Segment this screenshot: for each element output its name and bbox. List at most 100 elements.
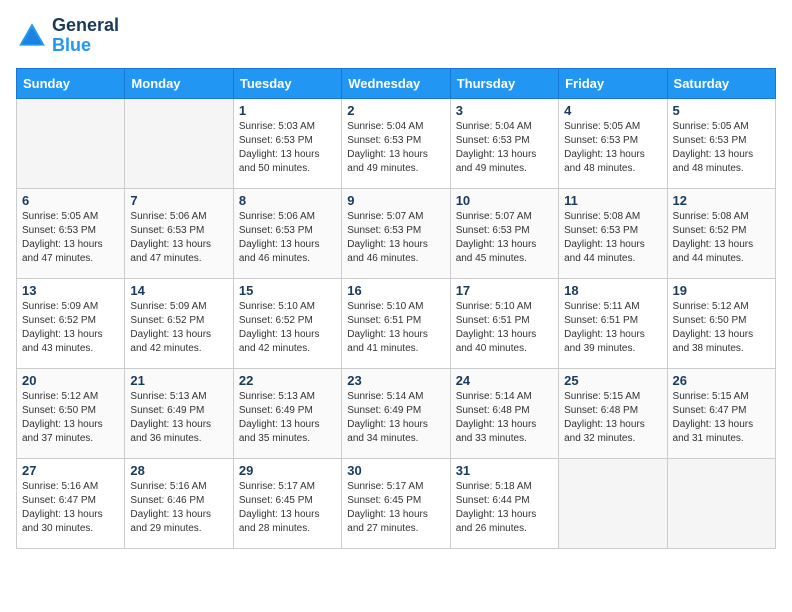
- day-info: Sunrise: 5:15 AM Sunset: 6:48 PM Dayligh…: [564, 390, 661, 446]
- calendar-cell: 31 Sunrise: 5:18 AM Sunset: 6:44 PM Dayli…: [450, 458, 558, 548]
- calendar-week-4: 20 Sunrise: 5:12 AM Sunset: 6:50 PM Dayli…: [17, 368, 776, 458]
- day-info: Sunrise: 5:09 AM Sunset: 6:52 PM Dayligh…: [130, 300, 227, 356]
- day-number: 18: [564, 283, 661, 298]
- calendar-cell: 17 Sunrise: 5:10 AM Sunset: 6:51 PM Dayli…: [450, 278, 558, 368]
- calendar-body: 1 Sunrise: 5:03 AM Sunset: 6:53 PM Daylig…: [17, 98, 776, 548]
- weekday-monday: Monday: [125, 68, 233, 98]
- page-header: General Blue: [16, 16, 776, 56]
- day-info: Sunrise: 5:13 AM Sunset: 6:49 PM Dayligh…: [239, 390, 336, 446]
- day-number: 23: [347, 373, 444, 388]
- day-number: 25: [564, 373, 661, 388]
- day-info: Sunrise: 5:18 AM Sunset: 6:44 PM Dayligh…: [456, 480, 553, 536]
- day-info: Sunrise: 5:17 AM Sunset: 6:45 PM Dayligh…: [239, 480, 336, 536]
- day-info: Sunrise: 5:12 AM Sunset: 6:50 PM Dayligh…: [673, 300, 770, 356]
- day-info: Sunrise: 5:03 AM Sunset: 6:53 PM Dayligh…: [239, 120, 336, 176]
- calendar-cell: 16Sunrise: 5:10 AM Sunset: 6:51 PM Dayli…: [342, 278, 450, 368]
- day-info: Sunrise: 5:14 AM Sunset: 6:49 PM Dayligh…: [347, 390, 444, 446]
- day-number: 5: [673, 103, 770, 118]
- day-number: 20: [22, 373, 119, 388]
- weekday-sunday: Sunday: [17, 68, 125, 98]
- calendar-cell: [559, 458, 667, 548]
- calendar-week-5: 27Sunrise: 5:16 AM Sunset: 6:47 PM Dayli…: [17, 458, 776, 548]
- logo-text: General Blue: [52, 16, 119, 56]
- day-info: Sunrise: 5:12 AM Sunset: 6:50 PM Dayligh…: [22, 390, 119, 446]
- weekday-thursday: Thursday: [450, 68, 558, 98]
- weekday-saturday: Saturday: [667, 68, 775, 98]
- day-info: Sunrise: 5:04 AM Sunset: 6:53 PM Dayligh…: [456, 120, 553, 176]
- calendar-cell: 12Sunrise: 5:08 AM Sunset: 6:52 PM Dayli…: [667, 188, 775, 278]
- day-number: 12: [673, 193, 770, 208]
- calendar-table: SundayMondayTuesdayWednesdayThursdayFrid…: [16, 68, 776, 549]
- day-number: 26: [673, 373, 770, 388]
- day-number: 1: [239, 103, 336, 118]
- day-info: Sunrise: 5:04 AM Sunset: 6:53 PM Dayligh…: [347, 120, 444, 176]
- calendar-cell: 10Sunrise: 5:07 AM Sunset: 6:53 PM Dayli…: [450, 188, 558, 278]
- day-number: 3: [456, 103, 553, 118]
- day-info: Sunrise: 5:17 AM Sunset: 6:45 PM Dayligh…: [347, 480, 444, 536]
- weekday-friday: Friday: [559, 68, 667, 98]
- day-info: Sunrise: 5:07 AM Sunset: 6:53 PM Dayligh…: [456, 210, 553, 266]
- day-info: Sunrise: 5:10 AM Sunset: 6:52 PM Dayligh…: [239, 300, 336, 356]
- day-number: 11: [564, 193, 661, 208]
- day-number: 27: [22, 463, 119, 478]
- day-info: Sunrise: 5:09 AM Sunset: 6:52 PM Dayligh…: [22, 300, 119, 356]
- day-number: 13: [22, 283, 119, 298]
- calendar-cell: [125, 98, 233, 188]
- day-number: 28: [130, 463, 227, 478]
- calendar-cell: 3 Sunrise: 5:04 AM Sunset: 6:53 PM Daylig…: [450, 98, 558, 188]
- day-info: Sunrise: 5:05 AM Sunset: 6:53 PM Dayligh…: [564, 120, 661, 176]
- calendar-cell: 23 Sunrise: 5:14 AM Sunset: 6:49 PM Dayli…: [342, 368, 450, 458]
- calendar-cell: [667, 458, 775, 548]
- calendar-cell: 18 Sunrise: 5:11 AM Sunset: 6:51 PM Dayli…: [559, 278, 667, 368]
- day-info: Sunrise: 5:08 AM Sunset: 6:53 PM Dayligh…: [564, 210, 661, 266]
- day-info: Sunrise: 5:13 AM Sunset: 6:49 PM Dayligh…: [130, 390, 227, 446]
- calendar-cell: 26 Sunrise: 5:15 AM Sunset: 6:47 PM Dayli…: [667, 368, 775, 458]
- calendar-week-1: 1 Sunrise: 5:03 AM Sunset: 6:53 PM Daylig…: [17, 98, 776, 188]
- calendar-cell: 5 Sunrise: 5:05 AM Sunset: 6:53 PM Daylig…: [667, 98, 775, 188]
- calendar-cell: [17, 98, 125, 188]
- day-info: Sunrise: 5:11 AM Sunset: 6:51 PM Dayligh…: [564, 300, 661, 356]
- day-number: 31: [456, 463, 553, 478]
- calendar-cell: 30 Sunrise: 5:17 AM Sunset: 6:45 PM Dayli…: [342, 458, 450, 548]
- day-number: 17: [456, 283, 553, 298]
- calendar-week-3: 13 Sunrise: 5:09 AM Sunset: 6:52 PM Dayli…: [17, 278, 776, 368]
- day-number: 9: [347, 193, 444, 208]
- calendar-cell: 1 Sunrise: 5:03 AM Sunset: 6:53 PM Daylig…: [233, 98, 341, 188]
- day-info: Sunrise: 5:14 AM Sunset: 6:48 PM Dayligh…: [456, 390, 553, 446]
- day-number: 2: [347, 103, 444, 118]
- day-number: 15: [239, 283, 336, 298]
- day-info: Sunrise: 5:05 AM Sunset: 6:53 PM Dayligh…: [22, 210, 119, 266]
- weekday-tuesday: Tuesday: [233, 68, 341, 98]
- calendar-cell: 4Sunrise: 5:05 AM Sunset: 6:53 PM Daylig…: [559, 98, 667, 188]
- day-info: Sunrise: 5:05 AM Sunset: 6:53 PM Dayligh…: [673, 120, 770, 176]
- calendar-cell: 9Sunrise: 5:07 AM Sunset: 6:53 PM Daylig…: [342, 188, 450, 278]
- day-info: Sunrise: 5:10 AM Sunset: 6:51 PM Dayligh…: [456, 300, 553, 356]
- calendar-cell: 21Sunrise: 5:13 AM Sunset: 6:49 PM Dayli…: [125, 368, 233, 458]
- day-number: 19: [673, 283, 770, 298]
- day-info: Sunrise: 5:10 AM Sunset: 6:51 PM Dayligh…: [347, 300, 444, 356]
- calendar-cell: 22 Sunrise: 5:13 AM Sunset: 6:49 PM Dayli…: [233, 368, 341, 458]
- calendar-cell: 11 Sunrise: 5:08 AM Sunset: 6:53 PM Dayli…: [559, 188, 667, 278]
- calendar-cell: 14Sunrise: 5:09 AM Sunset: 6:52 PM Dayli…: [125, 278, 233, 368]
- calendar-cell: 27Sunrise: 5:16 AM Sunset: 6:47 PM Dayli…: [17, 458, 125, 548]
- calendar-cell: 29 Sunrise: 5:17 AM Sunset: 6:45 PM Dayli…: [233, 458, 341, 548]
- calendar-cell: 15 Sunrise: 5:10 AM Sunset: 6:52 PM Dayli…: [233, 278, 341, 368]
- calendar-cell: 25 Sunrise: 5:15 AM Sunset: 6:48 PM Dayli…: [559, 368, 667, 458]
- calendar-cell: 20 Sunrise: 5:12 AM Sunset: 6:50 PM Dayli…: [17, 368, 125, 458]
- calendar-cell: 7Sunrise: 5:06 AM Sunset: 6:53 PM Daylig…: [125, 188, 233, 278]
- day-info: Sunrise: 5:15 AM Sunset: 6:47 PM Dayligh…: [673, 390, 770, 446]
- day-info: Sunrise: 5:06 AM Sunset: 6:53 PM Dayligh…: [130, 210, 227, 266]
- day-number: 30: [347, 463, 444, 478]
- day-number: 8: [239, 193, 336, 208]
- calendar-cell: 24 Sunrise: 5:14 AM Sunset: 6:48 PM Dayli…: [450, 368, 558, 458]
- logo-icon: [16, 20, 48, 52]
- calendar-cell: 13 Sunrise: 5:09 AM Sunset: 6:52 PM Dayli…: [17, 278, 125, 368]
- calendar-cell: 28 Sunrise: 5:16 AM Sunset: 6:46 PM Dayli…: [125, 458, 233, 548]
- calendar-cell: 19 Sunrise: 5:12 AM Sunset: 6:50 PM Dayli…: [667, 278, 775, 368]
- day-number: 24: [456, 373, 553, 388]
- day-number: 6: [22, 193, 119, 208]
- weekday-wednesday: Wednesday: [342, 68, 450, 98]
- day-number: 22: [239, 373, 336, 388]
- day-number: 29: [239, 463, 336, 478]
- day-info: Sunrise: 5:16 AM Sunset: 6:46 PM Dayligh…: [130, 480, 227, 536]
